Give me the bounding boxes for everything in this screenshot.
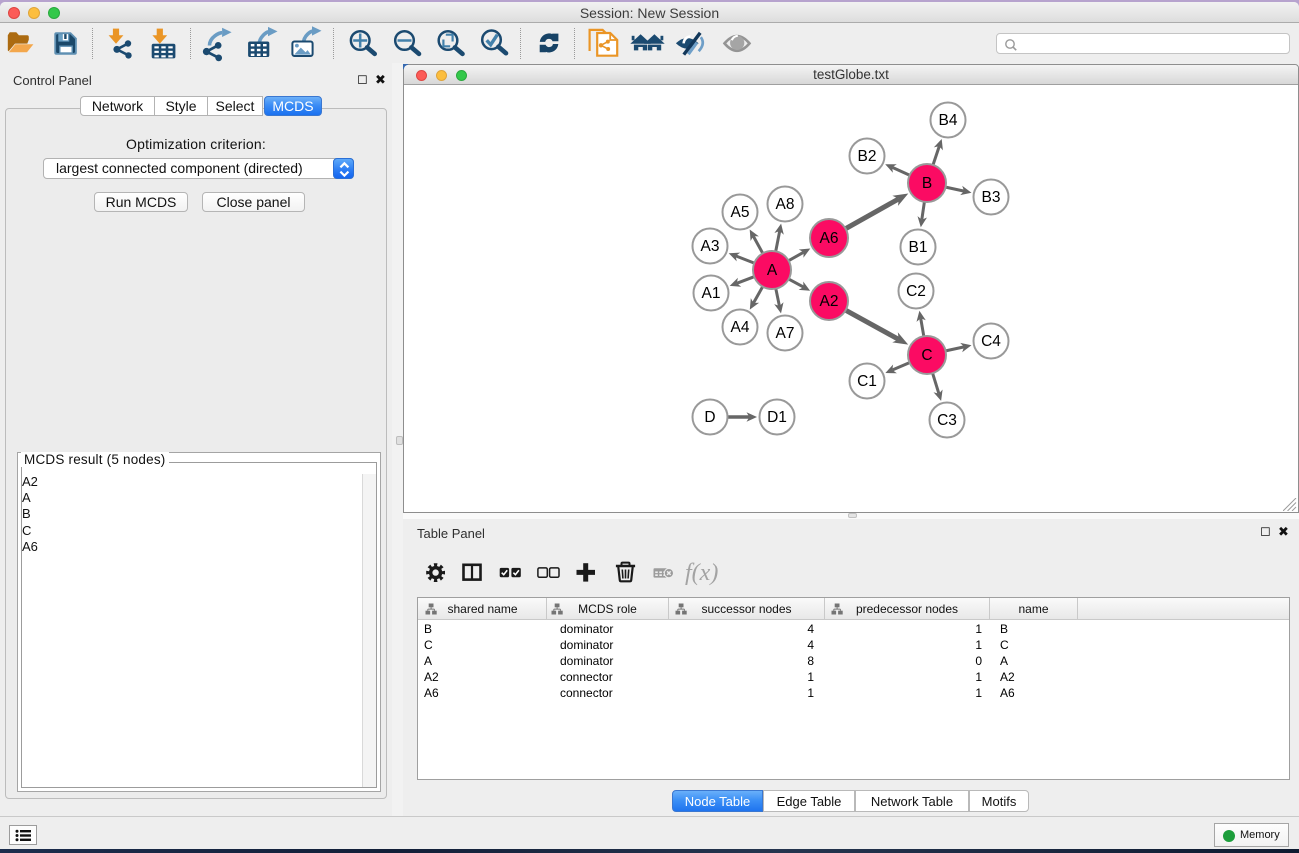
svg-text:D1: D1 <box>767 409 787 426</box>
svg-text:A5: A5 <box>731 204 750 221</box>
svg-text:C2: C2 <box>906 283 926 300</box>
svg-text:B1: B1 <box>909 239 928 256</box>
svg-text:B4: B4 <box>939 112 958 129</box>
svg-text:D: D <box>704 409 715 426</box>
svg-text:A: A <box>767 262 778 279</box>
svg-text:B3: B3 <box>982 189 1001 206</box>
svg-text:C4: C4 <box>981 333 1001 350</box>
svg-text:C: C <box>921 347 932 364</box>
svg-text:A3: A3 <box>701 238 720 255</box>
svg-text:A1: A1 <box>702 285 721 302</box>
svg-text:C1: C1 <box>857 373 877 390</box>
svg-text:f(x): f(x) <box>685 560 718 586</box>
svg-text:B: B <box>922 175 932 192</box>
svg-text:A4: A4 <box>731 319 750 336</box>
svg-text:C3: C3 <box>937 412 957 429</box>
svg-text:A7: A7 <box>776 325 795 342</box>
svg-text:B2: B2 <box>858 148 877 165</box>
svg-text:A2: A2 <box>820 293 839 310</box>
svg-text:A6: A6 <box>820 230 839 247</box>
svg-text:A8: A8 <box>776 196 795 213</box>
